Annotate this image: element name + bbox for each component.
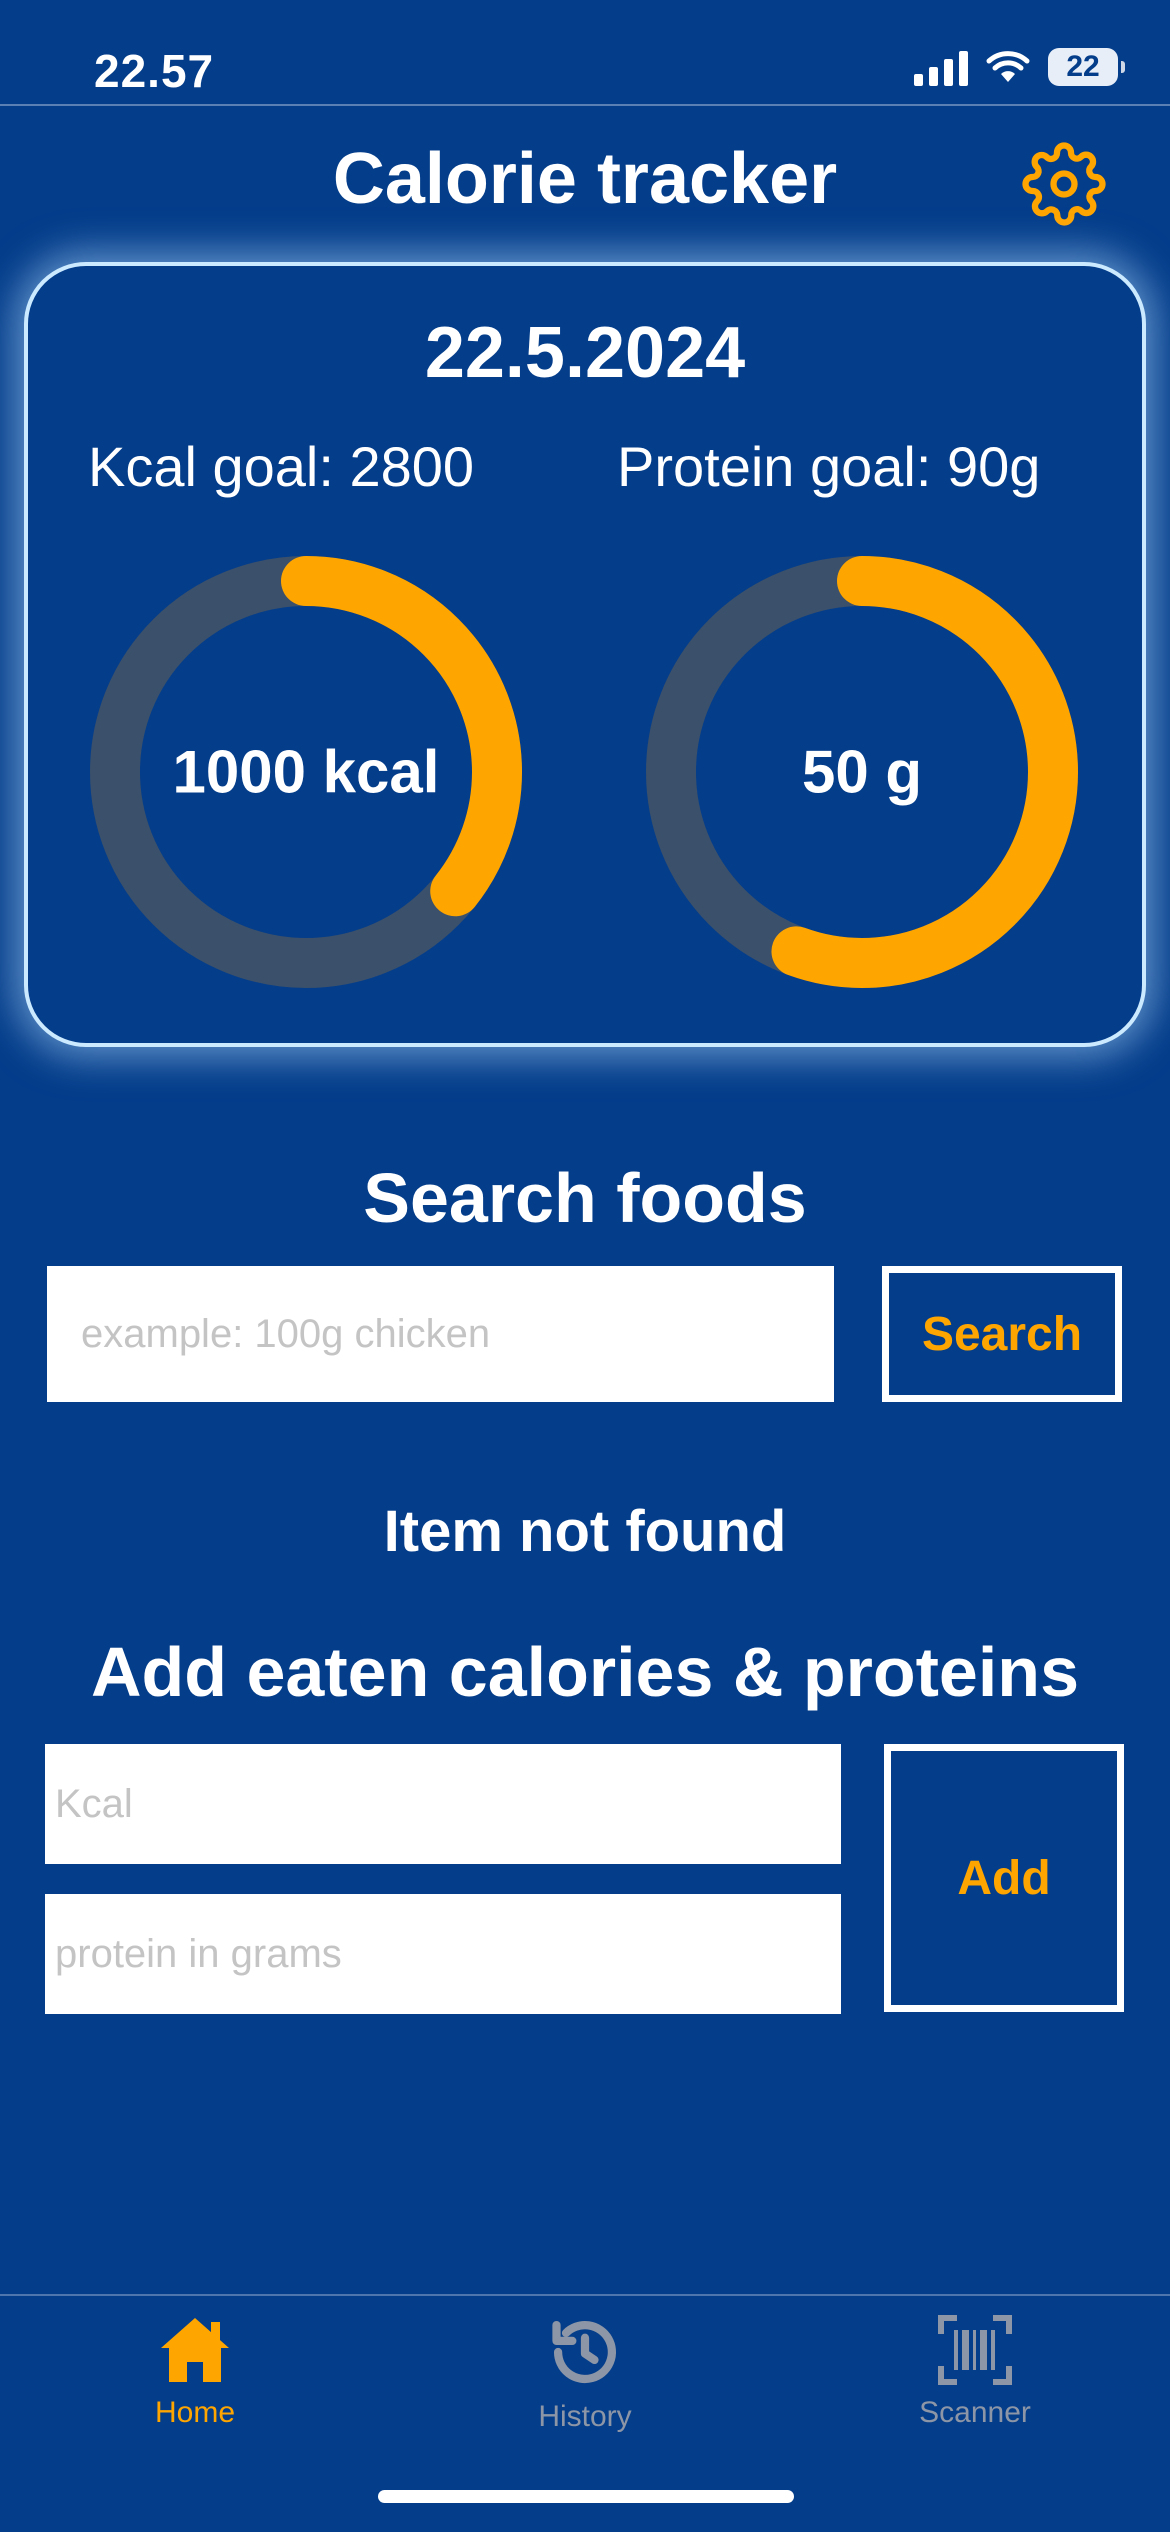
search-result-message: Item not found (383, 1499, 787, 1564)
barcode-icon (938, 2315, 1012, 2385)
page-title: Calorie tracker (332, 139, 838, 219)
tab-scanner-label: Scanner (919, 2396, 1031, 2429)
kcal-progress-ring: 1000 kcal (90, 556, 522, 988)
tab-home[interactable]: Home (0, 2310, 390, 2460)
tab-history[interactable]: History (390, 2310, 780, 2460)
search-heading: Search foods (363, 1159, 807, 1237)
tab-bar-divider (0, 2294, 1170, 2296)
add-intake-heading: Add eaten calories & proteins (90, 1633, 1080, 1711)
gear-icon (1022, 142, 1106, 226)
add-button[interactable]: Add (884, 1744, 1124, 2012)
summary-date: 22.5.2024 (424, 313, 746, 393)
protein-progress-ring: 50 g (646, 556, 1078, 988)
battery-icon: 22 (1048, 48, 1125, 86)
history-icon (552, 2320, 617, 2384)
battery-level: 22 (1066, 50, 1100, 83)
settings-button[interactable] (1016, 136, 1112, 232)
signal-icon (914, 48, 968, 86)
kcal-ring-label: 1000 kcal (173, 739, 440, 806)
search-button[interactable]: Search (882, 1266, 1122, 1402)
status-icons: 22 (914, 48, 1125, 86)
protein-input[interactable] (45, 1894, 841, 2014)
tab-history-label: History (538, 2400, 632, 2433)
protein-ring-label: 50 g (802, 739, 922, 806)
wifi-icon (986, 51, 1030, 82)
kcal-input[interactable] (45, 1744, 841, 1864)
kcal-goal-label: Kcal goal: 2800 (88, 435, 475, 498)
tab-home-label: Home (154, 2396, 236, 2429)
protein-goal-label: Protein goal: 90g (617, 435, 1041, 498)
food-search-input[interactable] (47, 1266, 834, 1402)
home-indicator (378, 2490, 794, 2503)
status-time: 22.57 (94, 45, 215, 97)
home-icon (161, 2318, 229, 2382)
status-divider (0, 104, 1170, 106)
tab-scanner[interactable]: Scanner (780, 2310, 1170, 2460)
